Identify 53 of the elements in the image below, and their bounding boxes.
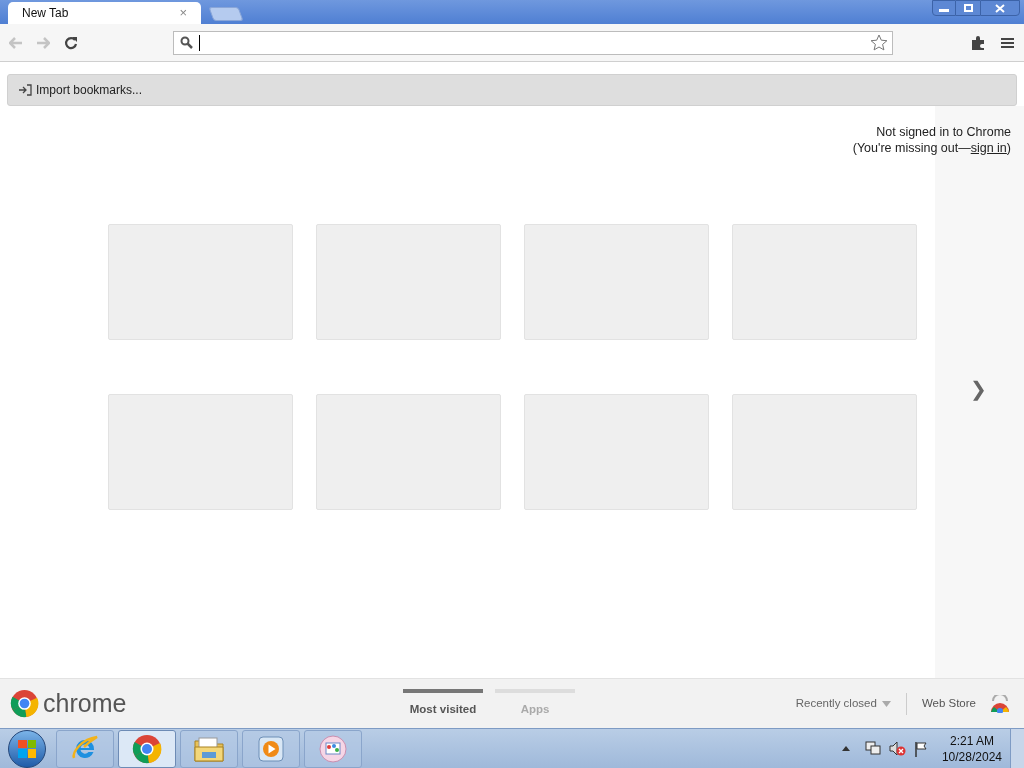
next-page-button[interactable]: ❯ [970, 374, 987, 404]
chrome-logo-icon [10, 689, 39, 718]
clock[interactable]: 2:21 AM 10/28/2024 [941, 732, 1002, 765]
address-bar[interactable] [173, 30, 893, 55]
empty-thumbnail[interactable] [108, 394, 293, 510]
close-icon [995, 3, 1005, 13]
star-icon[interactable] [870, 33, 888, 52]
web-store-link[interactable]: Web Store [921, 694, 976, 713]
import-icon [18, 84, 32, 96]
chrome-wordmark: chrome [43, 691, 127, 716]
empty-thumbnail[interactable] [108, 224, 293, 340]
sign-in-link[interactable]: sign in [970, 140, 1007, 156]
start-button[interactable] [8, 729, 46, 768]
minimize-button[interactable] [932, 0, 956, 16]
flag-icon[interactable] [913, 740, 928, 757]
show-desktop-button[interactable] [1010, 729, 1024, 768]
show-hidden-icons[interactable] [841, 746, 850, 751]
new-tab-button[interactable] [208, 7, 244, 21]
empty-thumbnail[interactable] [732, 224, 917, 340]
puzzle-icon[interactable] [971, 35, 986, 50]
muted-speaker-icon[interactable] [888, 741, 906, 756]
section-tab[interactable]: Most visited [403, 689, 483, 719]
paint-palette-icon [318, 733, 348, 764]
empty-thumbnail[interactable] [316, 224, 501, 340]
import-bookmarks-button[interactable]: Import bookmarks... [18, 81, 143, 99]
reload-icon[interactable] [64, 35, 78, 50]
tab-close-button[interactable]: × [179, 3, 187, 23]
empty-thumbnail[interactable] [316, 394, 501, 510]
taskbar-button[interactable] [56, 729, 114, 768]
closing-parenthesis: ) [1006, 140, 1011, 156]
browser-tab[interactable]: New Tab × [8, 2, 201, 24]
recently-closed-menu[interactable]: Recently closed [795, 694, 891, 713]
sign-in-status: Not signed in to Chrome [876, 124, 1011, 140]
network-icon[interactable] [864, 741, 881, 756]
taskbar-button[interactable] [180, 729, 238, 768]
close-button[interactable] [980, 0, 1020, 16]
sign-in-note: (You're missing out— [852, 140, 971, 156]
empty-thumbnail[interactable] [524, 224, 709, 340]
taskbar-button[interactable] [242, 729, 300, 768]
taskbar-button[interactable] [304, 729, 362, 768]
taskbar-button[interactable] [118, 729, 176, 768]
back-icon[interactable] [9, 36, 23, 49]
folder-icon [193, 734, 225, 763]
play-icon [258, 735, 284, 762]
menu-icon[interactable] [1001, 36, 1014, 49]
restore-button[interactable] [956, 0, 980, 16]
caret-icon [881, 700, 891, 707]
web-store-icon[interactable] [990, 694, 1010, 713]
empty-thumbnail[interactable] [524, 394, 709, 510]
chrome-logo-icon [132, 733, 162, 764]
forward-icon[interactable] [36, 36, 50, 49]
search-icon [180, 36, 193, 49]
empty-thumbnail[interactable] [732, 394, 917, 510]
